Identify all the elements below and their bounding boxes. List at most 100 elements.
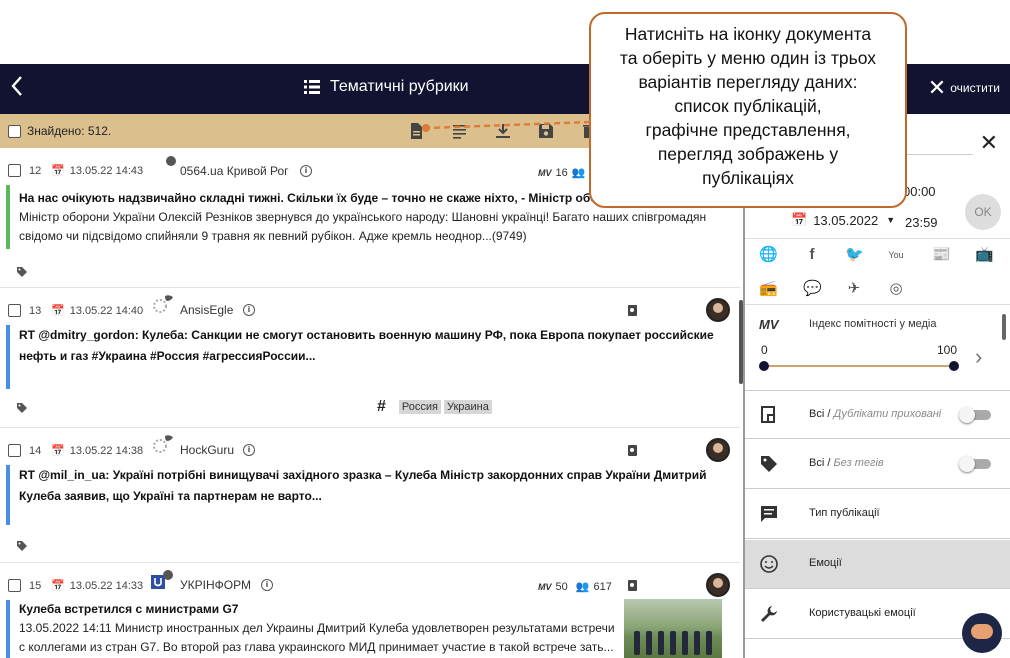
duplicates-toggle[interactable] — [959, 407, 991, 423]
found-count: Знайдено: 512. — [27, 124, 112, 138]
mv-value: 50 — [555, 580, 568, 593]
calendar-icon: 📅 — [51, 580, 65, 592]
tag-icon[interactable] — [16, 402, 28, 414]
divider — [745, 304, 1010, 305]
instagram-icon[interactable]: ◎ — [887, 280, 905, 298]
publication-text[interactable]: Кулеба встретился с министрами G7 13.05.… — [19, 600, 619, 658]
time-from[interactable]: 00:00 — [903, 184, 936, 199]
smiley-icon — [760, 555, 778, 573]
instruction-callout: Натисніть на іконку документа та оберіть… — [589, 12, 907, 208]
publication-meta: 14 📅 13.05.22 14:38 — [8, 444, 143, 457]
chat-bubble-icon[interactable] — [962, 613, 1002, 653]
publication-number: 13 — [29, 304, 42, 317]
wrench-icon — [761, 606, 777, 622]
avatar[interactable] — [706, 438, 730, 462]
source-name[interactable]: HockGuru — [180, 443, 234, 457]
chevron-right-icon[interactable]: › — [975, 344, 982, 370]
ok-button[interactable]: OK — [965, 194, 1001, 230]
audience-icon: 👥 — [575, 581, 590, 593]
publication-title: RT @mil_in_ua: Україні потрібні винищува… — [19, 468, 707, 503]
publication-text[interactable]: RT @mil_in_ua: Україні потрібні винищува… — [19, 465, 735, 507]
duplicates-filter[interactable]: Всі / Дублікати приховані — [745, 390, 1010, 439]
publication-type-label: Тип публікації — [809, 507, 880, 519]
panel-scrollbar[interactable] — [1002, 314, 1006, 340]
publication-list: 12 📅 13.05.22 14:43 0564.ua Кривой Рог i… — [0, 148, 740, 658]
avatar[interactable] — [706, 298, 730, 322]
telegram-icon[interactable]: ✈ — [845, 280, 863, 298]
slider-handle-min[interactable] — [759, 361, 769, 371]
publication-type-filter[interactable]: Тип публікації — [745, 490, 1010, 539]
close-icon: ✕ — [927, 75, 947, 100]
publication-image[interactable] — [624, 599, 722, 658]
twitter-icon[interactable]: 🐦 — [845, 246, 864, 264]
slider-handle-max[interactable] — [949, 361, 959, 371]
publication-date: 13.05.22 14:43 — [69, 164, 144, 177]
tv-icon[interactable]: 📺 — [975, 246, 994, 264]
list-item[interactable]: 15 📅 13.05.22 14:33 УКРІНФОРМ i MV 50 👥 … — [0, 563, 740, 658]
date-to-picker[interactable]: 📅 13.05.2022 ▼ — [791, 212, 895, 228]
custom-emotions-label: Користувацькі емоції — [809, 607, 916, 619]
facebook-icon[interactable]: f — [803, 246, 821, 264]
close-panel-icon[interactable]: ✕ — [980, 132, 998, 154]
publication-checkbox[interactable] — [8, 164, 21, 177]
list-item[interactable]: 14 📅 13.05.22 14:38 HockGuru i RT @mil_i… — [0, 428, 740, 563]
publication-date: 13.05.22 14:33 — [69, 579, 144, 592]
info-icon[interactable]: i — [300, 165, 312, 177]
tags-filter[interactable]: Всі / Без тегів — [745, 440, 1010, 489]
page-title: Тематичні рубрики — [330, 78, 469, 95]
range-max: 100 — [937, 343, 958, 357]
date-to: 13.05.2022 — [813, 212, 879, 228]
info-icon[interactable]: i — [243, 444, 255, 456]
sentiment-bar — [6, 185, 10, 249]
mv-icon: MV — [538, 167, 552, 178]
tag-icon[interactable] — [16, 540, 28, 552]
publication-number: 15 — [29, 579, 42, 592]
callout-line: перегляд зображень у — [657, 144, 839, 164]
document-search-icon[interactable] — [627, 580, 638, 591]
source-name[interactable]: УКРІНФОРМ — [180, 578, 251, 592]
radio-icon[interactable]: 📻 — [759, 280, 778, 298]
publication-body: Міністр оборони України Олексій Резніков… — [19, 210, 707, 243]
emotions-filter[interactable]: Емоції — [745, 540, 1010, 589]
duplicates-label: Всі / Дублікати приховані — [809, 408, 942, 420]
info-icon[interactable]: i — [261, 579, 273, 591]
source-name[interactable]: 0564.ua Кривой Рог — [180, 164, 289, 178]
chevron-down-icon: ▼ — [886, 215, 896, 225]
publication-number: 12 — [29, 164, 42, 177]
youtube-icon[interactable]: You — [887, 246, 905, 264]
publication-date: 13.05.22 14:38 — [69, 444, 144, 457]
tag-icon — [761, 456, 777, 472]
news-icon[interactable]: 📰 — [932, 246, 951, 264]
page-title-group: Тематичні рубрики — [304, 78, 469, 96]
mv-icon: MV — [759, 317, 779, 332]
document-search-icon[interactable] — [627, 305, 638, 316]
publication-checkbox[interactable] — [8, 304, 21, 317]
publication-text[interactable]: RT @dmitry_gordon: Кулеба: Санкции не см… — [19, 325, 735, 367]
source-name[interactable]: AnsisEgle — [180, 303, 233, 317]
forum-icon[interactable]: 💬 — [803, 280, 822, 298]
tags-toggle[interactable] — [959, 456, 991, 472]
time-to[interactable]: 23:59 — [905, 215, 938, 230]
divider — [745, 238, 1010, 239]
select-all[interactable]: Знайдено: 512. — [8, 124, 111, 138]
web-icon[interactable]: 🌐 — [759, 246, 778, 264]
tag-chip[interactable]: Россия — [398, 400, 441, 414]
duplicates-icon — [761, 406, 775, 423]
publication-meta: 13 📅 13.05.22 14:40 — [8, 304, 143, 317]
select-all-checkbox[interactable] — [8, 124, 21, 138]
tags-label: Всі / Без тегів — [809, 457, 884, 469]
back-button[interactable] — [10, 74, 24, 102]
info-icon[interactable]: i — [243, 304, 255, 316]
tag-chip[interactable]: Украина — [443, 400, 492, 414]
mv-filter-title: Індекс помітності у медіа — [809, 318, 937, 330]
mv-range-slider[interactable] — [763, 365, 955, 367]
avatar[interactable] — [706, 573, 730, 597]
list-item[interactable]: 13 📅 13.05.22 14:40 AnsisEgle i RT @dmit… — [0, 288, 740, 428]
callout-line: публікаціях — [702, 168, 794, 188]
tag-icon[interactable] — [16, 266, 28, 278]
callout-line: варіантів перегляду даних: — [638, 72, 858, 92]
publication-checkbox[interactable] — [8, 444, 21, 457]
document-search-icon[interactable] — [627, 445, 638, 456]
publication-checkbox[interactable] — [8, 579, 21, 592]
clear-button[interactable]: ✕ очистити — [927, 75, 1000, 100]
